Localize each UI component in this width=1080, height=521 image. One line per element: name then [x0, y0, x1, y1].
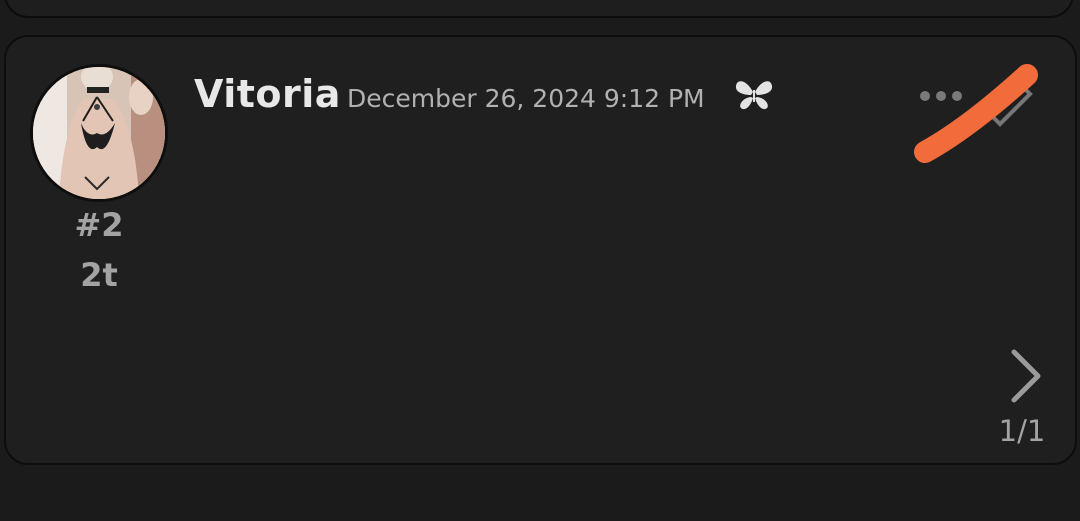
- chevron-right-icon: [1011, 349, 1041, 403]
- pencil-icon[interactable]: [980, 70, 1040, 130]
- post-tag: 2t: [80, 256, 118, 294]
- more-options-button[interactable]: [914, 78, 970, 114]
- post-number: #2: [74, 206, 124, 244]
- page-indicator: 1/1: [998, 414, 1046, 448]
- timestamp: December 26, 2024 9:12 PM: [347, 84, 705, 113]
- next-page-button[interactable]: [1002, 346, 1052, 406]
- butterfly-icon: [733, 78, 775, 112]
- avatar-image: [33, 67, 165, 199]
- more-dots-icon: [920, 91, 930, 101]
- previous-post-card: [4, 0, 1074, 18]
- avatar[interactable]: [30, 64, 168, 202]
- username[interactable]: Vitoria: [194, 72, 341, 116]
